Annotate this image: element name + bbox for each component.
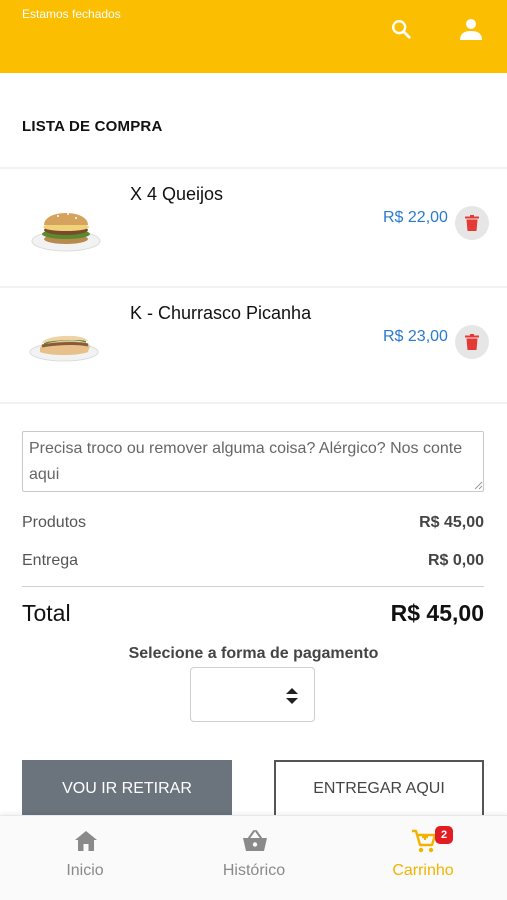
resize-handle-icon[interactable]	[474, 481, 483, 490]
store-status: Estamos fechados	[22, 7, 121, 21]
delete-item-button[interactable]	[455, 206, 489, 240]
basket-icon	[243, 830, 267, 851]
trash-icon	[465, 215, 479, 231]
delete-item-button[interactable]	[455, 325, 489, 359]
user-button[interactable]	[458, 16, 484, 42]
delivery-row: Entrega R$ 0,00	[22, 552, 484, 570]
item-name: X 4 Queijos	[130, 184, 224, 204]
cart-badge: 2	[435, 826, 453, 844]
app-header: Estamos fechados	[0, 0, 507, 73]
user-icon	[460, 19, 482, 40]
item-price: R$ 22,00	[383, 209, 448, 226]
cart-item[interactable]: K - Churrasco Picanha R$ 23,00	[0, 286, 507, 404]
nav-item-home[interactable]: Inicio	[25, 828, 145, 894]
item-name: K - Churrasco Picanha	[130, 303, 312, 323]
notes-input[interactable]	[22, 431, 484, 492]
search-button[interactable]	[388, 16, 414, 42]
total-value: R$ 45,00	[390, 600, 484, 626]
bottom-navigation: Inicio Histórico 2 Carrinho	[0, 815, 507, 900]
payment-select[interactable]	[190, 667, 315, 722]
select-arrows-icon	[286, 688, 298, 704]
delivery-label: Entrega	[22, 552, 79, 569]
nav-label: Carrinho	[392, 862, 454, 879]
sandwich-image	[29, 335, 99, 362]
products-label: Produtos	[22, 514, 87, 531]
nav-item-cart[interactable]: 2 Carrinho	[363, 826, 483, 894]
item-price: R$ 23,00	[383, 328, 448, 345]
payment-label: Selecione a forma de pagamento	[128, 645, 379, 662]
summary-divider	[22, 586, 484, 587]
delivery-value: R$ 0,00	[427, 552, 484, 569]
nav-item-history[interactable]: Histórico	[194, 828, 314, 894]
total-label: Total	[22, 600, 71, 626]
trash-icon	[465, 334, 479, 350]
cart-content[interactable]: LISTA DE COMPRA X 4 Queijos R$ 22,00 K -…	[0, 73, 507, 815]
search-icon	[392, 20, 411, 39]
products-row: Produtos R$ 45,00	[22, 514, 484, 532]
nav-label: Histórico	[222, 862, 286, 879]
cart-item[interactable]: X 4 Queijos R$ 22,00	[0, 167, 507, 285]
burger-image	[31, 213, 101, 252]
products-value: R$ 45,00	[419, 514, 484, 531]
cart-title: LISTA DE COMPRA	[22, 118, 163, 135]
home-icon	[75, 831, 97, 851]
total-row: Total R$ 45,00	[22, 600, 484, 627]
pickup-button[interactable]: VOU IR RETIRAR	[22, 760, 232, 815]
deliver-button[interactable]: ENTREGAR AQUI	[274, 760, 484, 815]
cart-icon	[412, 829, 437, 853]
nav-label: Inicio	[66, 862, 104, 879]
